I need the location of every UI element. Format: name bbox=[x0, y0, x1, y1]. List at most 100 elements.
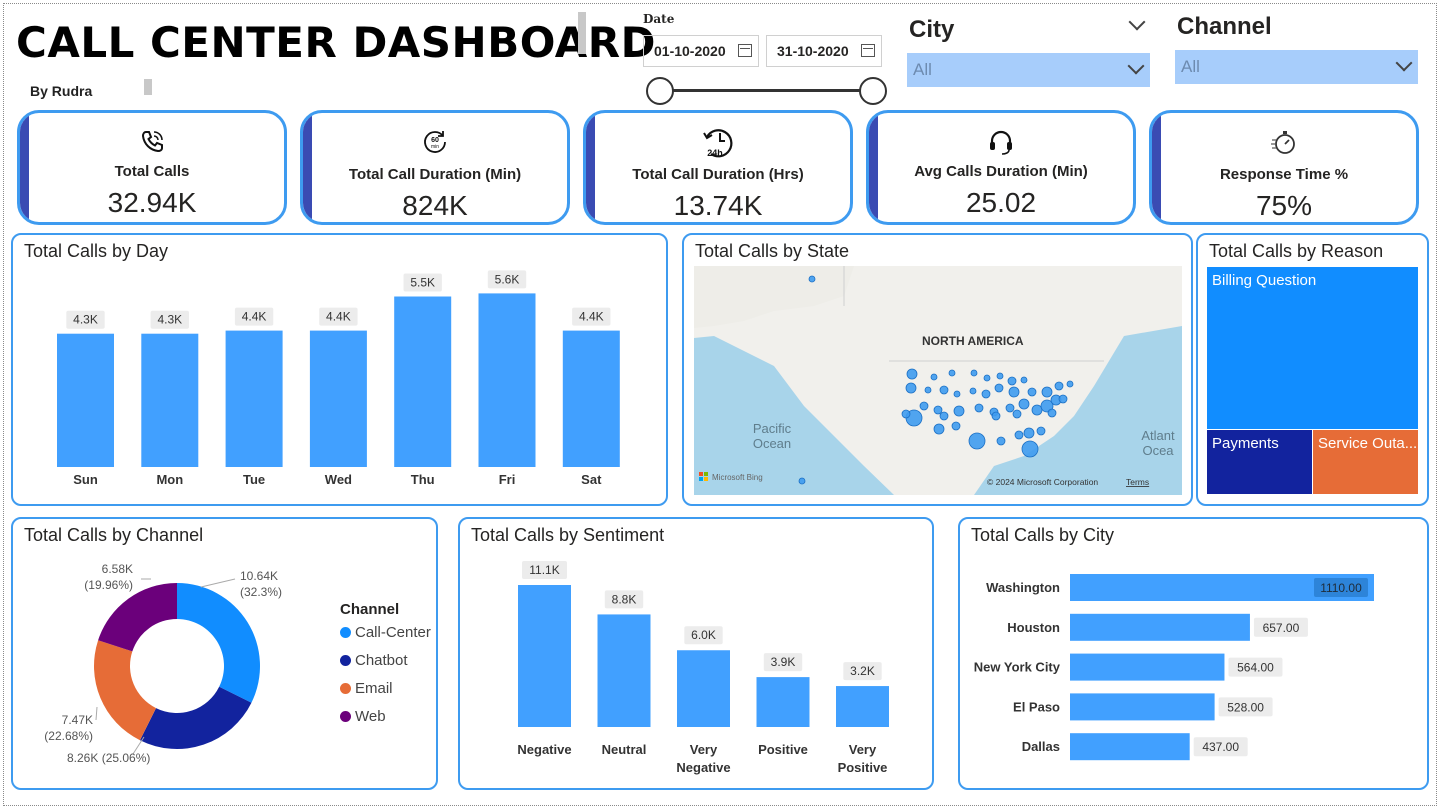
state-bubble[interactable] bbox=[983, 374, 991, 382]
end-date-input[interactable]: 31-10-2020 bbox=[766, 35, 882, 67]
bar-positive[interactable] bbox=[756, 677, 810, 727]
city-dropdown[interactable]: All bbox=[907, 53, 1150, 87]
state-bubble[interactable] bbox=[919, 401, 929, 411]
calendar-icon[interactable] bbox=[738, 44, 752, 57]
bar-very-positive[interactable] bbox=[836, 686, 889, 727]
state-bubble[interactable] bbox=[906, 368, 918, 380]
state-bubble[interactable] bbox=[996, 372, 1004, 380]
data-label: 4.4K bbox=[326, 310, 351, 324]
state-bubble[interactable] bbox=[1018, 398, 1030, 410]
state-bubble[interactable] bbox=[953, 390, 961, 398]
treemap-cell-billing-question[interactable]: Billing Question bbox=[1207, 267, 1418, 429]
bar-sat[interactable] bbox=[562, 330, 620, 467]
bar-neutral[interactable] bbox=[597, 614, 651, 727]
state-bubble[interactable] bbox=[905, 382, 917, 394]
calls-by-city-panel[interactable]: Total Calls by City Washington 1110.00 Hou… bbox=[958, 517, 1429, 790]
data-label: 3.9K bbox=[771, 655, 796, 669]
state-bubble[interactable] bbox=[1036, 426, 1046, 436]
donut-slice-web[interactable] bbox=[98, 583, 177, 652]
state-bubble[interactable] bbox=[1021, 440, 1039, 458]
state-bubble[interactable] bbox=[1031, 404, 1043, 416]
state-bubble[interactable] bbox=[996, 436, 1006, 446]
panel-title: Total Calls by State bbox=[695, 241, 850, 261]
map-terms-link[interactable]: Terms bbox=[1126, 477, 1149, 487]
x-axis-tick-label: Positive bbox=[838, 760, 888, 775]
donut-slice-email[interactable] bbox=[94, 640, 157, 741]
bar-thu[interactable] bbox=[394, 296, 452, 468]
state-bubble[interactable] bbox=[948, 369, 956, 377]
bar-negative[interactable] bbox=[518, 585, 571, 727]
state-bubble[interactable] bbox=[1012, 409, 1022, 419]
state-bubble[interactable] bbox=[953, 405, 965, 417]
state-bubble[interactable] bbox=[991, 411, 1001, 421]
state-bubble[interactable] bbox=[1023, 427, 1035, 439]
state-bubble[interactable] bbox=[1054, 381, 1064, 391]
state-bubble[interactable] bbox=[808, 275, 816, 283]
bar-houston[interactable] bbox=[1070, 613, 1250, 641]
date-slider-end-handle[interactable] bbox=[859, 77, 887, 105]
state-bubble[interactable] bbox=[901, 409, 911, 419]
date-slider-start-handle[interactable] bbox=[646, 77, 674, 105]
bar-tue[interactable] bbox=[225, 330, 283, 467]
calls-by-sentiment-panel[interactable]: Total Calls by Sentiment 11.1K Negative 8.… bbox=[458, 517, 934, 790]
state-bubble[interactable] bbox=[1041, 386, 1053, 398]
state-bubble[interactable] bbox=[969, 387, 977, 395]
state-bubble[interactable] bbox=[798, 477, 806, 485]
treemap-cell-payments[interactable]: Payments bbox=[1207, 430, 1312, 494]
state-bubble[interactable] bbox=[994, 383, 1004, 393]
legend-item-call-center[interactable]: Call-Center bbox=[340, 624, 431, 641]
state-bubble[interactable] bbox=[951, 421, 961, 431]
x-axis-tick-label: Thu bbox=[411, 472, 435, 487]
kpi-card-avg-calls-duration[interactable]: Avg Calls Duration (Min) 25.02 bbox=[866, 110, 1136, 225]
state-bubble[interactable] bbox=[1014, 430, 1024, 440]
legend-item-web[interactable]: Web bbox=[340, 708, 386, 725]
bar-sun[interactable] bbox=[57, 333, 114, 467]
channel-dropdown[interactable]: All bbox=[1175, 50, 1418, 84]
bar-new-york-city[interactable] bbox=[1070, 653, 1225, 681]
state-bubble[interactable] bbox=[981, 389, 991, 399]
state-bubble[interactable] bbox=[974, 403, 984, 413]
bar-el-paso[interactable] bbox=[1070, 693, 1215, 721]
data-label: 5.6K bbox=[495, 272, 520, 286]
kpi-card-response-time[interactable]: Response Time % 75% bbox=[1149, 110, 1419, 225]
state-bubble[interactable] bbox=[924, 386, 932, 394]
bar-fri[interactable] bbox=[478, 293, 536, 467]
state-bubble[interactable] bbox=[939, 385, 949, 395]
date-range-slider-track[interactable] bbox=[660, 89, 873, 92]
state-bubble[interactable] bbox=[970, 369, 978, 377]
kpi-card-total-call-duration-min[interactable]: 60 min Total Call Duration (Min) 824K bbox=[300, 110, 570, 225]
state-bubble[interactable] bbox=[968, 432, 986, 450]
legend-item-chatbot[interactable]: Chatbot bbox=[340, 652, 408, 669]
state-bubble[interactable] bbox=[1007, 376, 1017, 386]
state-bubble[interactable] bbox=[1008, 386, 1020, 398]
bar-very-negative[interactable] bbox=[677, 650, 730, 727]
ocean-label: Ocean bbox=[753, 436, 791, 451]
state-bubble[interactable] bbox=[933, 405, 943, 415]
state-bubble[interactable] bbox=[930, 373, 938, 381]
calendar-icon[interactable] bbox=[861, 44, 875, 57]
state-bubble[interactable] bbox=[1047, 408, 1057, 418]
kpi-card-total-calls[interactable]: Total Calls 32.94K bbox=[17, 110, 287, 225]
state-bubble[interactable] bbox=[1005, 403, 1015, 413]
start-date-input[interactable]: 01-10-2020 bbox=[643, 35, 759, 67]
calls-by-reason-panel[interactable]: Total Calls by Reason Billing Question P… bbox=[1196, 233, 1429, 506]
calls-by-state-panel[interactable]: Total Calls by State NORTH AMERICA Pacif… bbox=[682, 233, 1193, 506]
calls-by-channel-panel[interactable]: Total Calls by Channel 10.64K (32.3%) 8.26… bbox=[11, 517, 438, 790]
state-bubble[interactable] bbox=[1066, 380, 1074, 388]
state-bubble[interactable] bbox=[1058, 394, 1068, 404]
state-bubble[interactable] bbox=[1027, 387, 1037, 397]
legend-item-email[interactable]: Email bbox=[340, 680, 393, 697]
state-bubble[interactable] bbox=[1020, 376, 1028, 384]
bar-mon[interactable] bbox=[141, 333, 199, 467]
state-bubble[interactable] bbox=[939, 411, 949, 421]
bubble-map[interactable]: NORTH AMERICA Pacific Ocean Atlant Ocea … bbox=[694, 266, 1182, 495]
donut-slice-chatbot[interactable] bbox=[139, 686, 252, 749]
bar-dallas[interactable] bbox=[1070, 733, 1190, 761]
data-label: 6.0K bbox=[691, 628, 716, 642]
calls-by-day-panel[interactable]: Total Calls by Day 4.3K Sun 4.3K Mon 4.4K Tue… bbox=[11, 233, 668, 506]
treemap-cell-service-outage[interactable]: Service Outa... bbox=[1313, 430, 1418, 494]
kpi-card-total-call-duration-hrs[interactable]: 24h Total Call Duration (Hrs) 13.74K bbox=[583, 110, 853, 225]
state-bubble[interactable] bbox=[933, 423, 945, 435]
bar-wed[interactable] bbox=[309, 330, 367, 467]
donut-slice-call-center[interactable] bbox=[177, 583, 260, 703]
